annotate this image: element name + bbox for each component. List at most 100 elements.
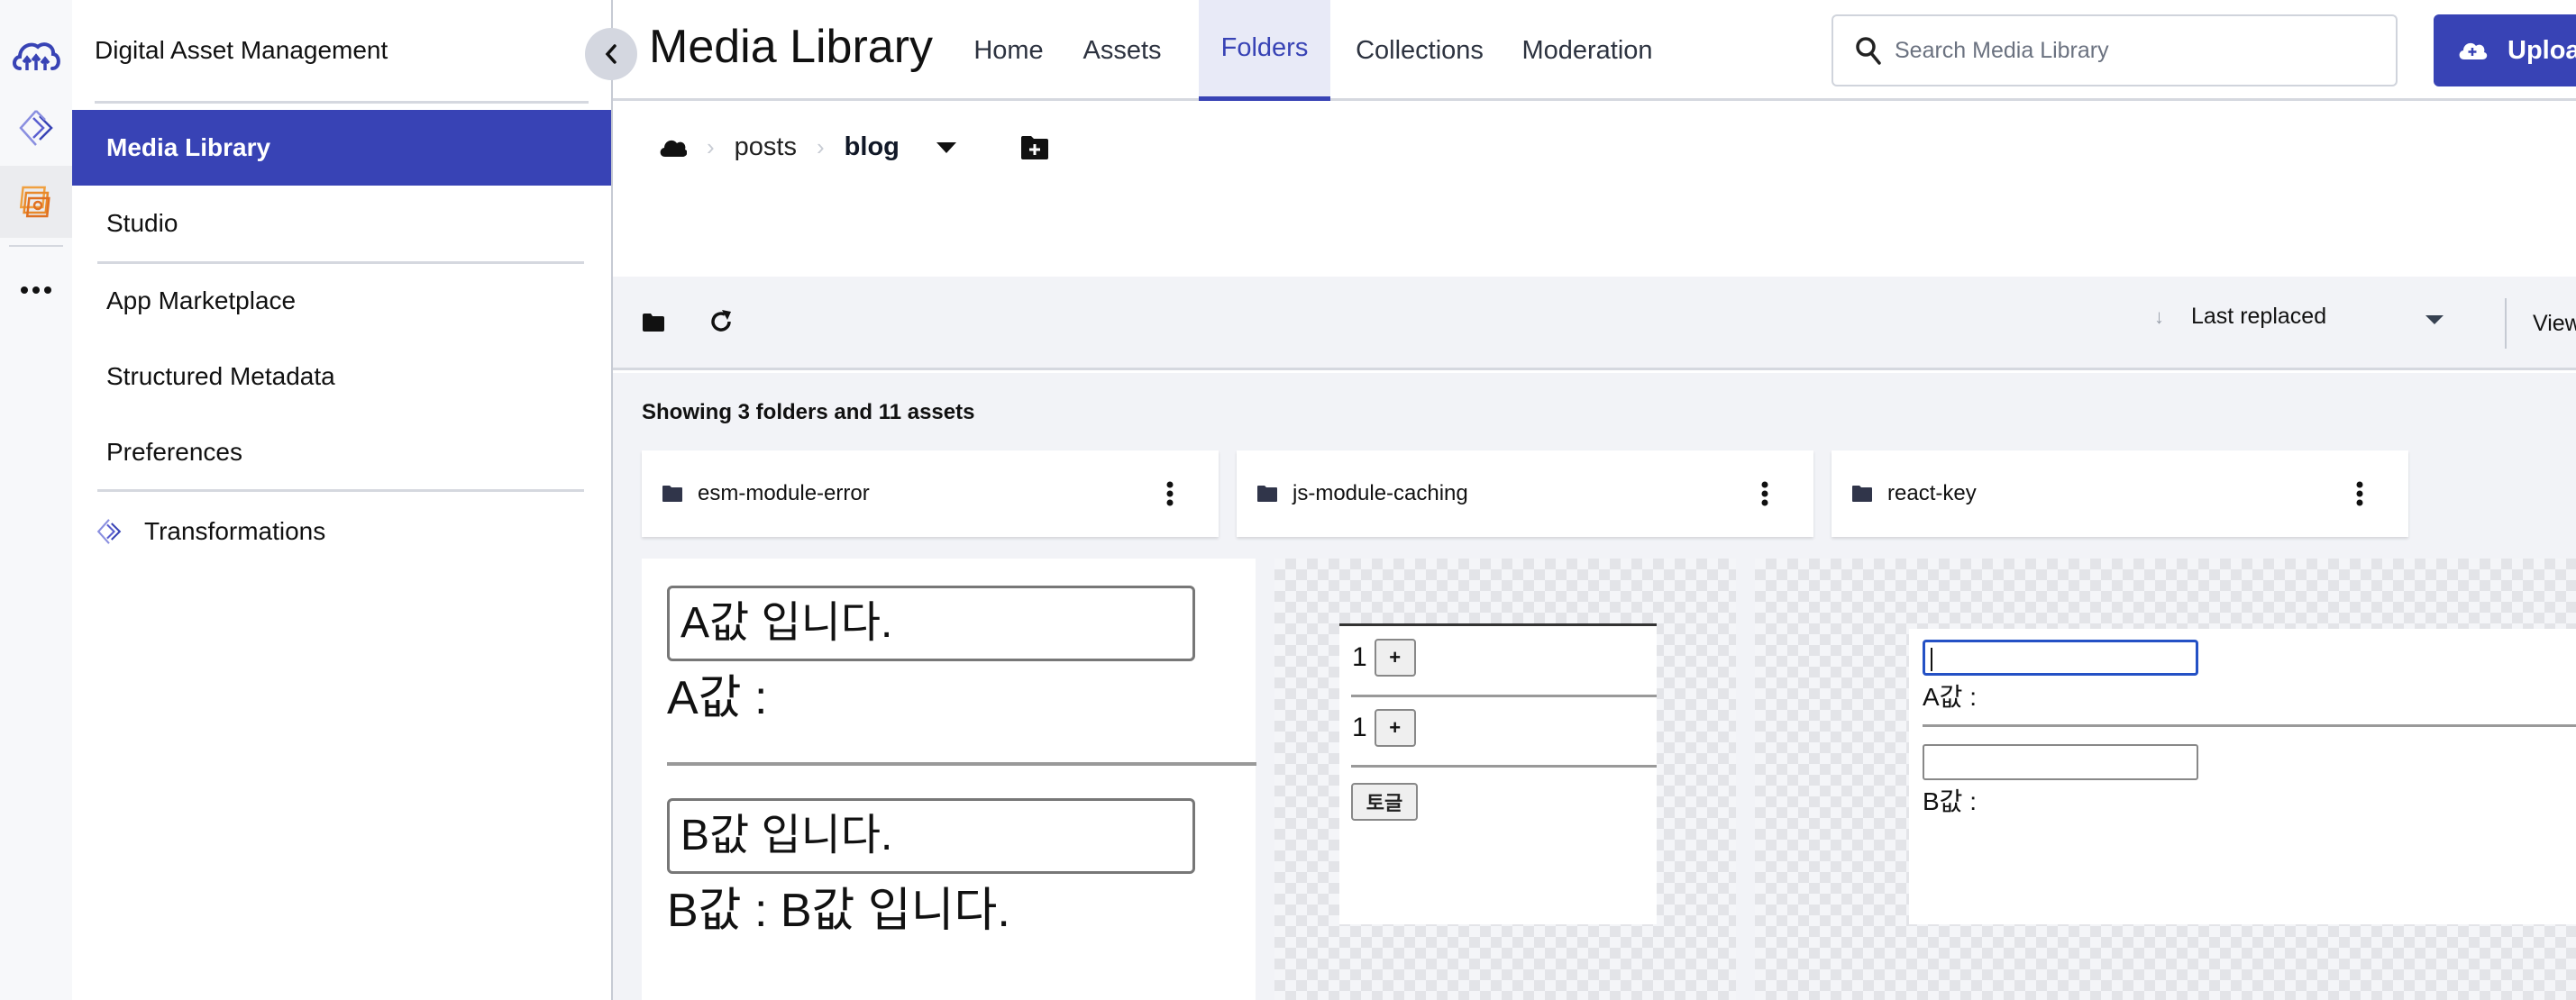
search-field[interactable] [1832,14,2398,86]
chevron-left-icon [605,44,617,64]
rail-item-transformations[interactable] [0,92,72,164]
folder-card[interactable]: react-key [1832,450,2408,537]
thumb-label-b: B값 : [1923,787,1977,815]
icon-rail [0,0,72,1000]
rail-divider [9,245,63,247]
thumb-input-a [1923,640,2198,676]
section-title: Digital Asset Management [95,36,388,64]
results-count: Showing 3 folders and 11 assets [642,400,975,424]
tab-label: Folders [1220,33,1309,62]
thumb-label-a: A값 : [1923,683,1977,711]
thumb-counter-row: 1 + [1352,709,1416,747]
thumb-divider [1351,695,1657,697]
caret-down-icon[interactable] [936,141,957,154]
transformations-icon [96,519,122,544]
folder-icon [662,486,682,502]
view-toggle[interactable]: View [2533,311,2576,337]
cloudinary-logo-icon [13,42,60,70]
kebab-menu-icon[interactable] [2356,481,2363,506]
page-title: Media Library [649,21,934,73]
tab-label: Collections [1356,35,1484,65]
sidebar-item-label: Studio [106,209,178,237]
app-root: Digital Asset Management Media Library S… [0,0,2576,1000]
upload-button[interactable]: Upload [2434,14,2576,86]
sidebar-item-label: Structured Metadata [106,362,335,390]
counter-value: 1 [1352,713,1367,742]
rail-item-home[interactable] [0,20,72,92]
sidebar-item-label: App Marketplace [106,286,297,314]
kebab-menu-icon[interactable] [1166,481,1174,506]
folder-name: react-key [1887,481,1977,505]
thumb-input-a: A값 입니다. [667,586,1195,661]
kebab-menu-icon[interactable] [1761,481,1768,506]
secondary-sidebar: Digital Asset Management Media Library S… [72,0,611,1000]
sidebar-item-transformations[interactable]: Transformations [72,494,611,569]
sidebar-item-label: Media Library [106,133,271,161]
thumb-divider [667,762,1256,766]
thumb-counter-row: 1 + [1352,639,1416,677]
search-input[interactable] [1895,37,2381,64]
cloud-icon[interactable] [658,137,687,159]
rail-item-media-library[interactable] [0,166,72,238]
rail-item-more[interactable] [0,254,72,326]
sidebar-item-label: Transformations [144,517,326,545]
sort-direction-icon[interactable]: ↓ [2154,305,2164,329]
counter-value: 1 [1352,642,1367,672]
thumb-divider [1923,724,2576,727]
transformations-icon [19,110,53,146]
asset-thumbnail[interactable]: A값 : B값 : [1755,559,2576,1000]
toggle-button: 토글 [1351,783,1418,821]
folder-card[interactable]: esm-module-error [642,450,1219,537]
more-icon [21,286,51,294]
tab-folders[interactable]: Folders [1199,0,1330,101]
breadcrumb: › posts › blog [658,132,1049,162]
thumb-panel: 1 + 1 + 토글 [1339,623,1657,924]
folder-icon [1852,486,1872,502]
tab-moderation[interactable]: Moderation [1514,0,1660,101]
search-icon [1856,37,1881,65]
tab-label: Moderation [1521,35,1653,65]
chevron-right-icon: › [707,133,715,160]
tab-home[interactable]: Home [964,0,1053,101]
text-caret [1931,648,1932,671]
sort-dropdown[interactable]: ↓ Last replaced [2154,304,2444,330]
folder-name: esm-module-error [698,481,870,505]
breadcrumb-current: blog [844,132,900,161]
sidebar-item-preferences[interactable]: Preferences [72,414,611,490]
plus-button: + [1374,709,1416,747]
upload-label: Upload [2507,35,2576,65]
sidebar-item-studio[interactable]: Studio [72,186,611,261]
tab-collections[interactable]: Collections [1347,0,1493,101]
plus-button: + [1374,639,1416,677]
sidebar-item-label: Preferences [106,438,242,466]
asset-thumbnail[interactable]: A값 입니다. A값 : B값 입니다. B값 : B값 입니다. [642,559,1256,1000]
toolbar-divider [2505,298,2507,349]
media-library-icon [19,186,50,218]
breadcrumb-area: › posts › blog [613,104,2576,277]
collapse-sidebar-button[interactable] [585,28,637,80]
sidebar-divider [95,101,589,104]
content-area: Showing 3 folders and 11 assets esm-modu… [613,373,2576,1000]
sidebar-item-app-marketplace[interactable]: App Marketplace [72,263,611,339]
sidebar-item-media-library[interactable]: Media Library [72,110,611,186]
tab-label: Assets [1082,35,1162,65]
thumb-input-b [1923,744,2198,780]
page-header: Media Library Home Assets Folders Collec… [613,0,2576,101]
sort-label: Last replaced [2191,304,2327,329]
caret-down-icon [2425,315,2444,324]
thumb-divider [1351,765,1657,768]
asset-thumbnail[interactable]: 1 + 1 + 토글 [1274,559,1736,1000]
chevron-right-icon: › [817,133,825,160]
thumb-input-b: B값 입니다. [667,798,1195,874]
new-folder-icon[interactable] [1020,135,1049,160]
sidebar-item-structured-metadata[interactable]: Structured Metadata [72,339,611,414]
tab-assets[interactable]: Assets [1073,0,1172,101]
folder-icon [1257,486,1277,502]
thumb-panel: A값 : B값 : [1909,629,2576,924]
cloud-upload-icon [2459,42,2488,59]
folder-name: js-module-caching [1293,481,1468,505]
folder-card[interactable]: js-module-caching [1237,450,1813,537]
breadcrumb-item[interactable]: posts [735,132,797,162]
refresh-icon[interactable] [708,309,734,334]
folder-icon[interactable] [642,313,665,332]
